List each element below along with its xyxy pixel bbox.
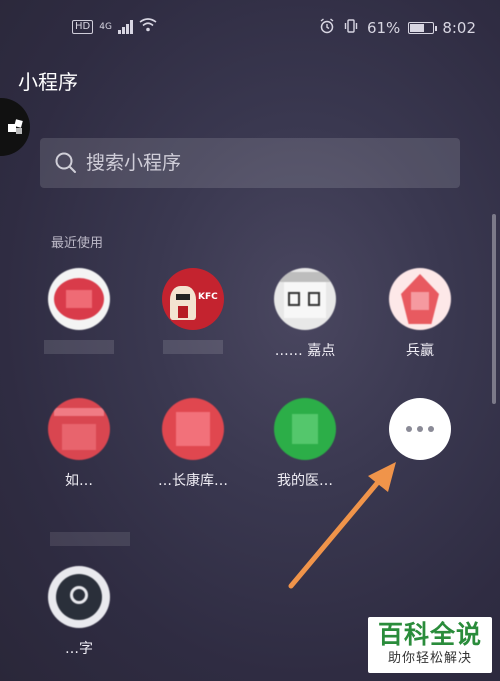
watermark-sub: 助你轻松解决 (387, 651, 472, 666)
watermark-logo: 百科全说 助你轻松解决 (368, 617, 492, 673)
annotation-arrow (288, 462, 396, 589)
watermark-main: 百科全说 (377, 620, 482, 649)
